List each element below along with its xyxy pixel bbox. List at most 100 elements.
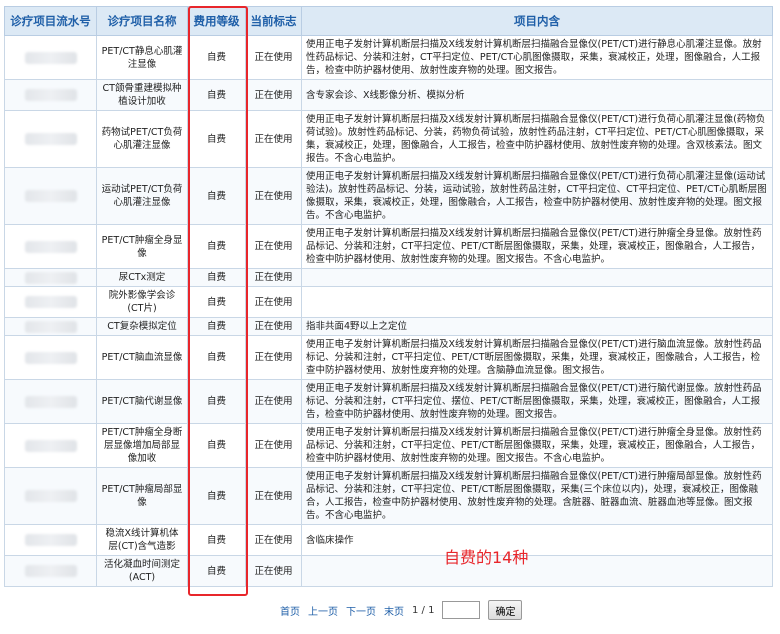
table-row[interactable]: PET/CT静息心肌灌注显像 自费 正在使用 使用正电子发射计算机断层扫描及X线发射计… — [4, 35, 773, 80]
cell-fee-level: 自费 — [187, 524, 246, 556]
redacted-id-mask — [24, 395, 77, 408]
cell-item-name: 稳流X线计算机体层(CT)含气造影 — [96, 524, 188, 556]
cell-id-redacted — [4, 335, 97, 380]
table-row[interactable]: CT复杂模拟定位 自费 正在使用 指非共面4野以上之定位 — [4, 317, 773, 336]
column-header-fee[interactable]: 费用等级 — [187, 6, 246, 36]
column-header-name[interactable]: 诊疗项目名称 — [96, 6, 188, 36]
table-row[interactable]: 稳流X线计算机体层(CT)含气造影 自费 正在使用 含临床操作 — [4, 524, 773, 556]
redacted-id-mask — [24, 439, 77, 452]
cell-id-redacted — [4, 423, 97, 468]
column-header-content[interactable]: 项目内含 — [301, 6, 773, 36]
table-header-row: 诊疗项目流水号 诊疗项目名称 费用等级 当前标志 项目内含 — [4, 6, 773, 36]
table-row[interactable]: PET/CT肿瘤局部显像 自费 正在使用 使用正电子发射计算机断层扫描及X线发射计算机… — [4, 467, 773, 525]
cell-id-redacted — [4, 467, 97, 525]
cell-fee-level: 自费 — [187, 35, 246, 80]
cell-status: 正在使用 — [245, 286, 302, 318]
cell-id-redacted — [4, 35, 97, 80]
table-row[interactable]: 尿CTx测定 自费 正在使用 — [4, 268, 773, 287]
cell-item-name: 尿CTx测定 — [96, 268, 188, 287]
table-row[interactable]: 运动试PET/CT负荷心肌灌注显像 自费 正在使用 使用正电子发射计算机断层扫描及X线… — [4, 167, 773, 225]
cell-content: 指非共面4野以上之定位 — [301, 317, 773, 336]
cell-item-name: PET/CT肿瘤全身显像 — [96, 224, 188, 269]
cell-status: 正在使用 — [245, 467, 302, 525]
cell-item-name: PET/CT肿瘤全身断层显像增加局部显像加收 — [96, 423, 188, 468]
redacted-id-mask — [24, 190, 77, 202]
cell-status: 正在使用 — [245, 110, 302, 168]
cell-status: 正在使用 — [245, 35, 302, 80]
next-page-link[interactable]: 下一页 — [346, 603, 376, 618]
page-info: 1 / 1 — [412, 604, 435, 616]
redacted-id-mask — [24, 320, 77, 333]
cell-item-name: 活化凝血时间测定(ACT) — [96, 555, 188, 587]
cell-item-name: PET/CT脑代谢显像 — [96, 379, 188, 424]
cell-fee-level: 自费 — [187, 335, 246, 380]
table-row[interactable]: PET/CT脑血流显像 自费 正在使用 使用正电子发射计算机断层扫描及X线发射计算机断… — [4, 335, 773, 380]
cell-content: 含专家会诊、X线影像分析、模拟分析 — [301, 79, 773, 111]
cell-id-redacted — [4, 379, 97, 424]
pagination: 首页 上一页 下一页 末页 1 / 1 确定 — [280, 600, 523, 620]
cell-fee-level: 自费 — [187, 467, 246, 525]
cell-content: 使用正电子发射计算机断层扫描及X线发射计算机断层扫描融合显像仪(PET/CT)进… — [301, 224, 773, 269]
first-page-link[interactable]: 首页 — [280, 603, 300, 618]
table-row[interactable]: 活化凝血时间测定(ACT) 自费 正在使用 — [4, 555, 773, 587]
cell-status: 正在使用 — [245, 317, 302, 336]
redacted-id-mask — [24, 534, 77, 546]
cell-status: 正在使用 — [245, 423, 302, 468]
table-body: PET/CT静息心肌灌注显像 自费 正在使用 使用正电子发射计算机断层扫描及X线发射计… — [4, 35, 773, 587]
cell-status: 正在使用 — [245, 224, 302, 269]
cell-id-redacted — [4, 317, 97, 336]
redacted-id-mask — [24, 51, 77, 64]
cell-status: 正在使用 — [245, 167, 302, 225]
redacted-id-mask — [24, 296, 77, 308]
table-row[interactable]: CT颌骨重建模拟种植设计加收 自费 正在使用 含专家会诊、X线影像分析、模拟分析 — [4, 79, 773, 111]
column-header-id[interactable]: 诊疗项目流水号 — [4, 6, 97, 36]
cell-id-redacted — [4, 167, 97, 225]
cell-item-name: CT颌骨重建模拟种植设计加收 — [96, 79, 188, 111]
go-button[interactable]: 确定 — [488, 600, 523, 620]
table-row[interactable]: 院外影像学会诊(CT片) 自费 正在使用 — [4, 286, 773, 318]
page-wrapper: 诊疗项目流水号 诊疗项目名称 费用等级 当前标志 项目内含 PET/CT静息心肌… — [4, 6, 773, 587]
cell-id-redacted — [4, 268, 97, 287]
cell-status: 正在使用 — [245, 555, 302, 587]
cell-content: 使用正电子发射计算机断层扫描及X线发射计算机断层扫描融合显像仪(PET/CT)进… — [301, 379, 773, 424]
cell-item-name: 院外影像学会诊(CT片) — [96, 286, 188, 318]
table-row[interactable]: PET/CT脑代谢显像 自费 正在使用 使用正电子发射计算机断层扫描及X线发射计算机断… — [4, 379, 773, 424]
cell-content: 使用正电子发射计算机断层扫描及X线发射计算机断层扫描融合显像仪(PET/CT)进… — [301, 110, 773, 168]
page-number-input[interactable] — [442, 601, 481, 619]
items-table: 诊疗项目流水号 诊疗项目名称 费用等级 当前标志 项目内含 PET/CT静息心肌… — [4, 6, 773, 587]
cell-item-name: PET/CT静息心肌灌注显像 — [96, 35, 188, 80]
table-row[interactable]: PET/CT肿瘤全身断层显像增加局部显像加收 自费 正在使用 使用正电子发射计算机断层… — [4, 423, 773, 468]
cell-id-redacted — [4, 286, 97, 318]
redacted-id-mask — [24, 89, 77, 101]
column-header-status[interactable]: 当前标志 — [245, 6, 302, 36]
cell-item-name: PET/CT脑血流显像 — [96, 335, 188, 380]
cell-status: 正在使用 — [245, 79, 302, 111]
cell-fee-level: 自费 — [187, 79, 246, 111]
cell-content: 使用正电子发射计算机断层扫描及X线发射计算机断层扫描融合显像仪(PET/CT)进… — [301, 467, 773, 525]
cell-fee-level: 自费 — [187, 423, 246, 468]
last-page-link[interactable]: 末页 — [384, 603, 404, 618]
cell-fee-level: 自费 — [187, 224, 246, 269]
cell-content: 使用正电子发射计算机断层扫描及X线发射计算机断层扫描融合显像仪(PET/CT)进… — [301, 167, 773, 225]
table-row[interactable]: 药物试PET/CT负荷心肌灌注显像 自费 正在使用 使用正电子发射计算机断层扫描及X线… — [4, 110, 773, 168]
cell-fee-level: 自费 — [187, 379, 246, 424]
cell-content — [301, 555, 773, 587]
prev-page-link[interactable]: 上一页 — [308, 603, 338, 618]
cell-fee-level: 自费 — [187, 110, 246, 168]
table-row[interactable]: PET/CT肿瘤全身显像 自费 正在使用 使用正电子发射计算机断层扫描及X线发射计算机… — [4, 224, 773, 269]
cell-fee-level: 自费 — [187, 317, 246, 336]
cell-id-redacted — [4, 79, 97, 111]
cell-id-redacted — [4, 224, 97, 269]
cell-content — [301, 286, 773, 318]
cell-content: 使用正电子发射计算机断层扫描及X线发射计算机断层扫描融合显像仪(PET/CT)进… — [301, 35, 773, 80]
cell-fee-level: 自费 — [187, 167, 246, 225]
redacted-id-mask — [24, 565, 77, 577]
cell-status: 正在使用 — [245, 524, 302, 556]
cell-status: 正在使用 — [245, 379, 302, 424]
cell-status: 正在使用 — [245, 268, 302, 287]
cell-content: 使用正电子发射计算机断层扫描及X线发射计算机断层扫描融合显像仪(PET/CT)进… — [301, 423, 773, 468]
redacted-id-mask — [24, 133, 77, 145]
cell-item-name: 药物试PET/CT负荷心肌灌注显像 — [96, 110, 188, 168]
cell-item-name: 运动试PET/CT负荷心肌灌注显像 — [96, 167, 188, 225]
cell-id-redacted — [4, 110, 97, 168]
